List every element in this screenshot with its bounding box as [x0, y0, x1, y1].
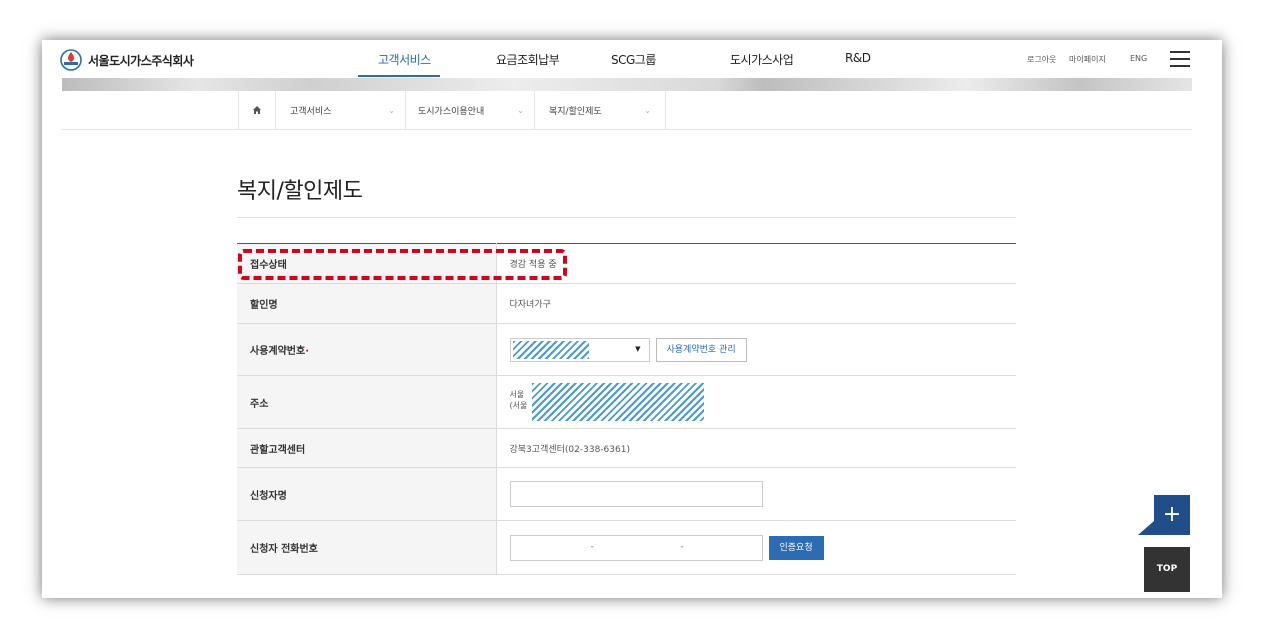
breadcrumb-item-gas-usage-guide[interactable]: 도시가스이용안내 ⌄: [406, 91, 535, 129]
browser-page: 서울도시가스주식회사 고객서비스 요금조회납부 SCG그룹 도시가스사업 R&D…: [42, 40, 1222, 598]
phone-separator: -: [590, 541, 594, 552]
applicant-name-input[interactable]: [509, 481, 763, 507]
redacted-address: [531, 383, 704, 421]
active-menu-underline: [358, 75, 440, 77]
global-header: 서울도시가스주식회사 고객서비스 요금조회납부 SCG그룹 도시가스사업 R&D…: [42, 40, 1222, 78]
mypage-link[interactable]: 마이페이지: [1069, 54, 1106, 65]
row-label: 주소: [237, 375, 497, 429]
breadcrumb: 고객서비스 ⌄ 도시가스이용안내 ⌄ 복지/할인제도 ⌄: [238, 91, 666, 129]
caret-down-icon: ▼: [635, 344, 641, 353]
contract-number-select[interactable]: ▼: [509, 337, 650, 362]
menu-rnd[interactable]: R&D: [845, 51, 871, 65]
menu-scg-group[interactable]: SCG그룹: [611, 51, 656, 68]
form-row-discount-name: 할인명 다자녀가구: [237, 283, 1016, 324]
row-label: 할인명: [237, 283, 497, 324]
chevron-down-icon: ⌄: [517, 105, 524, 115]
hero-banner-strip: [62, 78, 1192, 91]
row-label: 신청자명: [237, 467, 497, 521]
title-divider: [237, 217, 1016, 218]
breadcrumb-label: 복지/할인제도: [549, 106, 602, 117]
breadcrumb-divider: [62, 129, 1192, 130]
breadcrumb-item-welfare-discount[interactable]: 복지/할인제도 ⌄: [535, 91, 666, 129]
phone-input[interactable]: - -: [509, 534, 763, 561]
request-verification-button[interactable]: 인증요청: [768, 535, 824, 560]
manage-contract-number-button[interactable]: 사용계약번호 관리: [655, 337, 747, 362]
menu-city-gas-business[interactable]: 도시가스사업: [730, 51, 794, 68]
address-line-1: 서울: [509, 390, 525, 399]
breadcrumb-label: 고객서비스: [290, 106, 332, 117]
quick-menu-plus-button[interactable]: +: [1154, 495, 1190, 535]
required-mark: ·: [305, 346, 310, 357]
row-value: 다자녀가구: [496, 283, 1016, 324]
chevron-down-icon: ⌄: [644, 105, 651, 115]
redacted-contract-number: [512, 340, 589, 359]
logo-icon: [60, 49, 82, 71]
breadcrumb-label: 도시가스이용안내: [418, 106, 485, 117]
form-row-address: 주소 서울 (서울: [237, 375, 1016, 429]
menu-bill-payment[interactable]: 요금조회납부: [496, 51, 560, 68]
status-highlight-box: [238, 249, 567, 280]
application-form-table: 접수상태 경감 적용 중 할인명 다자녀가구 사용계약번호· ▼ 사용계약번호 …: [237, 243, 1016, 575]
row-value: 경감 적용 중: [496, 243, 1016, 284]
menu-customer-service[interactable]: 고객서비스: [378, 51, 431, 68]
form-row-contract-number: 사용계약번호· ▼ 사용계약번호 관리: [237, 323, 1016, 376]
form-row-applicant-phone: 신청자 전화번호 - - 인증요청: [237, 520, 1016, 575]
hamburger-menu-icon[interactable]: [1170, 51, 1190, 67]
phone-separator: -: [680, 541, 684, 552]
home-icon[interactable]: [239, 91, 276, 129]
eng-link[interactable]: ENG: [1130, 54, 1147, 63]
row-label: 사용계약번호·: [237, 323, 497, 376]
breadcrumb-item-customer-service[interactable]: 고객서비스 ⌄: [276, 91, 406, 129]
row-label: 관할고객센터: [237, 428, 497, 468]
fab-pointer: [1138, 521, 1154, 535]
scroll-top-button[interactable]: TOP: [1144, 547, 1190, 592]
logout-link[interactable]: 로그아웃: [1027, 54, 1056, 65]
row-label-text: 사용계약번호: [250, 346, 306, 357]
address-line-2: (서울: [509, 401, 528, 410]
chevron-down-icon: ⌄: [388, 105, 395, 115]
logo[interactable]: 서울도시가스주식회사: [60, 49, 194, 71]
row-value: 강북3고객센터(02-338-6361): [496, 428, 1016, 468]
form-row-applicant-name: 신청자명: [237, 467, 1016, 521]
logo-text: 서울도시가스주식회사: [88, 53, 194, 68]
row-label: 신청자 전화번호: [237, 520, 497, 575]
page-title: 복지/할인제도: [237, 179, 363, 204]
form-row-service-center: 관할고객센터 강북3고객센터(02-338-6361): [237, 428, 1016, 468]
